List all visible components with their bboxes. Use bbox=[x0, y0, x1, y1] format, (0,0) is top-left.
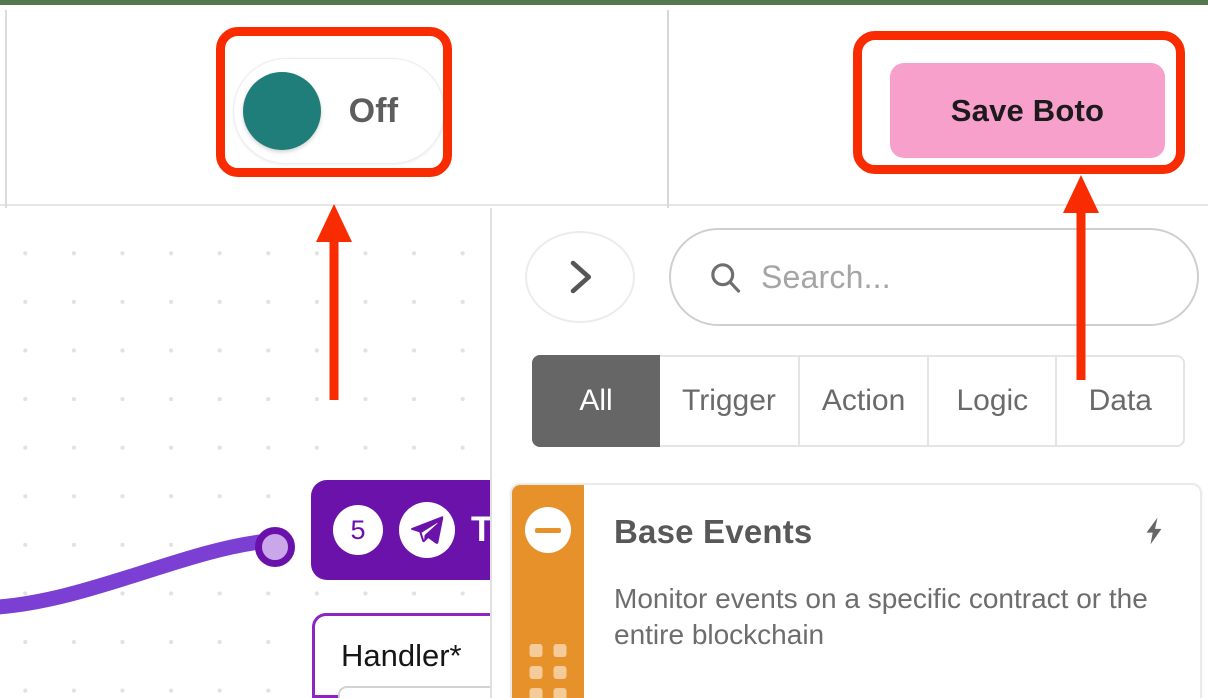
category-tabs: All Trigger Action Logic Data bbox=[532, 355, 1186, 447]
header-bar: Off Save Boto bbox=[0, 5, 1208, 209]
node-library-card[interactable]: Base Events Monitor events on a specific… bbox=[510, 483, 1202, 698]
power-toggle[interactable]: Off bbox=[233, 58, 445, 164]
tab-action[interactable]: Action bbox=[799, 355, 930, 447]
search-input[interactable]: Search... bbox=[669, 228, 1199, 326]
toggle-knob-icon bbox=[243, 72, 321, 150]
chevron-right-icon bbox=[570, 260, 592, 294]
grip-dots-icon[interactable] bbox=[529, 644, 567, 698]
handler-input[interactable] bbox=[338, 686, 490, 698]
tab-data[interactable]: Data bbox=[1057, 355, 1186, 447]
tab-all[interactable]: All bbox=[532, 355, 660, 447]
minus-circle-icon[interactable] bbox=[525, 507, 571, 553]
toggle-state-label: Off bbox=[348, 91, 399, 130]
search-placeholder: Search... bbox=[761, 258, 891, 295]
search-icon bbox=[711, 263, 741, 293]
card-title: Base Events bbox=[614, 513, 813, 550]
panel-search-row: Search... bbox=[525, 228, 1199, 326]
card-description: Monitor events on a specific contract or… bbox=[614, 583, 1148, 651]
telegram-node[interactable]: 5 T bbox=[311, 480, 491, 580]
header-mid-divider bbox=[667, 10, 669, 209]
node-library-panel: Search... All Trigger Action Logic Data … bbox=[490, 208, 1208, 698]
lightning-bolt-icon bbox=[1146, 517, 1162, 545]
app-root: Off Save Boto 5 T Handler* Search... All… bbox=[0, 0, 1208, 698]
save-button[interactable]: Save Boto bbox=[890, 63, 1165, 158]
card-color-strip bbox=[512, 485, 584, 698]
handler-field-label: Handler* bbox=[341, 638, 462, 673]
panel-collapse-button[interactable] bbox=[525, 231, 635, 323]
card-body: Base Events Monitor events on a specific… bbox=[584, 485, 1200, 698]
node-title: T bbox=[471, 510, 491, 549]
telegram-icon bbox=[399, 502, 455, 558]
node-order-badge: 5 bbox=[333, 505, 383, 555]
tab-logic[interactable]: Logic bbox=[929, 355, 1058, 447]
tab-trigger[interactable]: Trigger bbox=[660, 355, 800, 447]
node-input-port[interactable] bbox=[255, 527, 295, 567]
card-header: Base Events bbox=[614, 513, 1170, 551]
header-left-divider bbox=[5, 10, 7, 209]
